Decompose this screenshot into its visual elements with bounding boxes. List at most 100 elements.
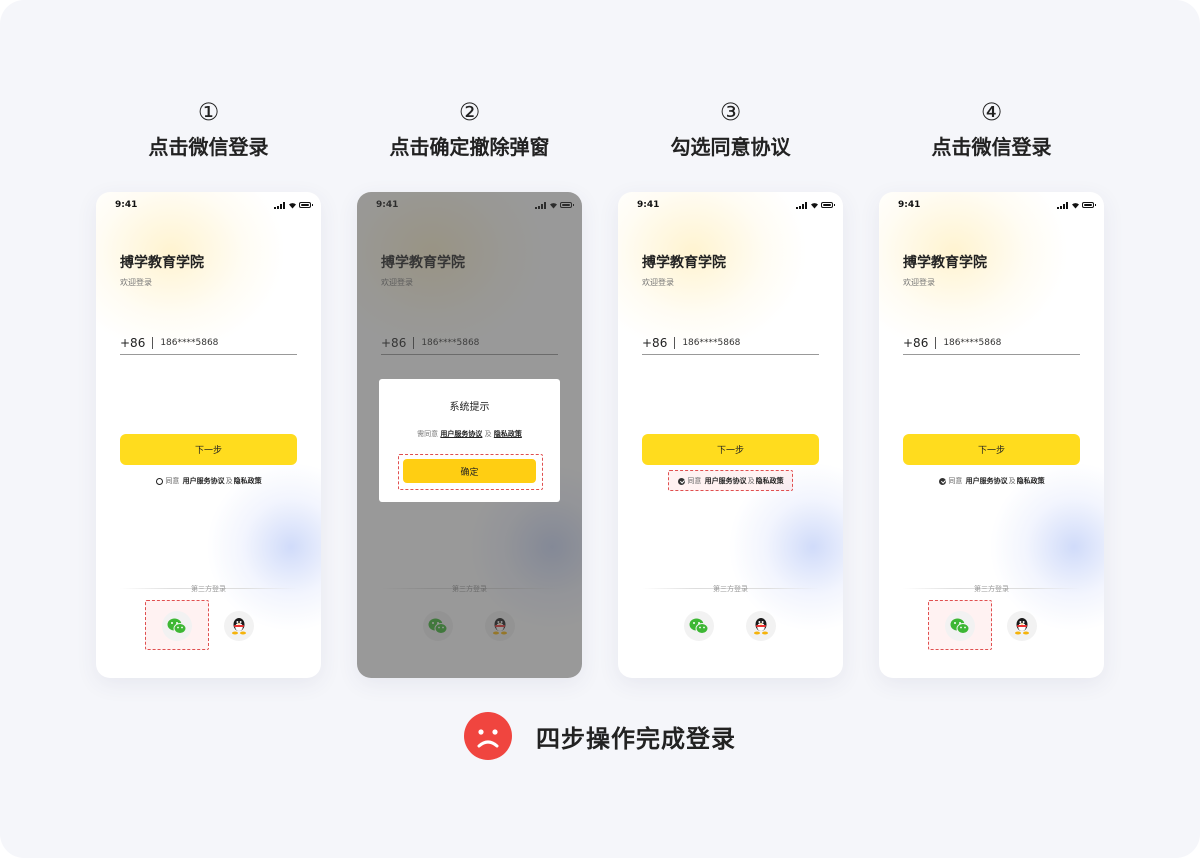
step-title: 勾选同意协议 [670,135,791,159]
qq-login-button[interactable] [224,611,254,641]
privacy-policy-link[interactable]: 隐私政策 [494,430,522,438]
country-code[interactable]: +86 [903,336,928,350]
phone-screen: 9:41 搏学教育学院 欢迎登录 +86 186****5868 下一步 同意 … [618,192,843,678]
signal-icon [274,201,285,209]
phone-screen: 9:41 搏学教育学院 欢迎登录 +86 186****5868 下一步 同意 … [879,192,1104,678]
status-icons [1057,201,1096,209]
wifi-icon [810,201,818,209]
app-title: 搏学教育学院 [903,255,987,271]
qq-penguin-icon [754,618,768,635]
agree-checkbox-checked[interactable] [678,477,686,485]
agree-and: 及 [225,477,233,485]
background-glow [618,192,808,352]
app-title: 搏学教育学院 [120,255,204,271]
step-number: ② [458,98,481,126]
battery-icon [821,202,835,208]
agree-radio[interactable] [156,477,164,485]
phone-field[interactable]: +86 186****5868 [642,332,819,355]
wechat-icon [950,618,970,634]
agree-and: 及 [1008,477,1016,485]
step-title: 点击确定撤除弹窗 [389,135,550,159]
agree-prefix: 同意 [687,477,702,485]
divider [152,337,154,349]
divider [935,337,937,349]
service-agreement-link[interactable]: 用户服务协议 [183,476,225,486]
status-time: 9:41 [115,200,138,210]
status-time: 9:41 [898,200,921,210]
qq-penguin-icon [232,618,246,635]
phone-number-input[interactable]: 186****5868 [943,338,1001,348]
qq-penguin-icon [1015,618,1029,635]
background-glow [206,462,321,632]
privacy-policy-link[interactable]: 隐私政策 [1017,476,1045,486]
agreement-row: 同意 用户服务协议 及 隐私政策 [96,476,321,486]
third-party-label: 第三方登录 [618,584,843,594]
step-number: ③ [719,98,742,126]
agree-and: 及 [747,477,755,485]
step-number: ④ [980,98,1003,126]
step-title: 点击微信登录 [931,135,1052,159]
status-time: 9:41 [637,200,660,210]
phone-screen: 9:41 搏学教育学院 欢迎登录 +86 186****5868 第三方登录 [357,192,582,678]
dialog-text: 需同意 用户服务协议 及 隐私政策 [379,429,560,439]
third-party-label: 第三方登录 [96,584,321,594]
phone-number-input[interactable]: 186****5868 [160,338,218,348]
dialog-title: 系统提示 [449,402,490,413]
app-subtitle: 欢迎登录 [903,278,935,287]
system-dialog: 系统提示 需同意 用户服务协议 及 隐私政策 确定 [379,379,560,502]
agreement-row: 同意 用户服务协议 及 隐私政策 [618,476,843,486]
wechat-login-button[interactable] [684,611,714,641]
background-glow [989,462,1104,632]
divider [674,337,676,349]
wifi-icon [1071,201,1079,209]
step-number: ① [197,98,220,126]
battery-icon [1082,202,1096,208]
confirm-button[interactable]: 确定 [403,459,536,483]
battery-icon [299,202,313,208]
dialog-text-prefix: 需同意 [417,430,439,438]
wifi-icon [288,201,296,209]
signal-icon [796,201,807,209]
background-glow [96,192,286,352]
next-step-button[interactable]: 下一步 [120,434,297,465]
app-subtitle: 欢迎登录 [642,278,674,287]
next-step-button[interactable]: 下一步 [903,434,1080,465]
third-party-label-text: 第三方登录 [713,585,748,593]
qq-login-button[interactable] [746,611,776,641]
dialog-and: 及 [484,430,492,438]
third-party-label-text: 第三方登录 [974,585,1009,593]
canvas: ① 点击微信登录 9:41 搏学教育学院 欢迎登录 +86 186****586… [0,0,1200,858]
agree-prefix: 同意 [948,477,963,485]
privacy-policy-link[interactable]: 隐私政策 [234,476,262,486]
step-title: 点击微信登录 [148,135,269,159]
result-text: 四步操作完成登录 [536,724,736,753]
service-agreement-link[interactable]: 用户服务协议 [705,476,747,486]
phone-screen: 9:41 搏学教育学院 欢迎登录 +86 186****5868 下一步 同意 … [96,192,321,678]
wechat-icon [167,618,187,634]
status-icons [796,201,835,209]
privacy-policy-link[interactable]: 隐私政策 [756,476,784,486]
agreement-row: 同意 用户服务协议 及 隐私政策 [879,476,1104,486]
next-step-button[interactable]: 下一步 [642,434,819,465]
country-code[interactable]: +86 [642,336,667,350]
agree-checkbox-checked[interactable] [939,477,947,485]
phone-number-input[interactable]: 186****5868 [682,338,740,348]
wechat-icon [689,618,709,634]
service-agreement-link[interactable]: 用户服务协议 [440,430,482,438]
phone-field[interactable]: +86 186****5868 [120,332,297,355]
sad-face-icon [464,712,512,760]
result-summary: 四步操作完成登录 [0,712,1200,760]
status-icons [274,201,313,209]
app-title: 搏学教育学院 [642,255,726,271]
phone-field[interactable]: +86 186****5868 [903,332,1080,355]
third-party-label-text: 第三方登录 [191,585,226,593]
wechat-login-button[interactable] [162,611,192,641]
qq-login-button[interactable] [1007,611,1037,641]
app-subtitle: 欢迎登录 [120,278,152,287]
background-glow [879,192,1069,352]
service-agreement-link[interactable]: 用户服务协议 [966,476,1008,486]
wechat-login-button[interactable] [945,611,975,641]
agree-prefix: 同意 [165,477,180,485]
signal-icon [1057,201,1068,209]
country-code[interactable]: +86 [120,336,145,350]
